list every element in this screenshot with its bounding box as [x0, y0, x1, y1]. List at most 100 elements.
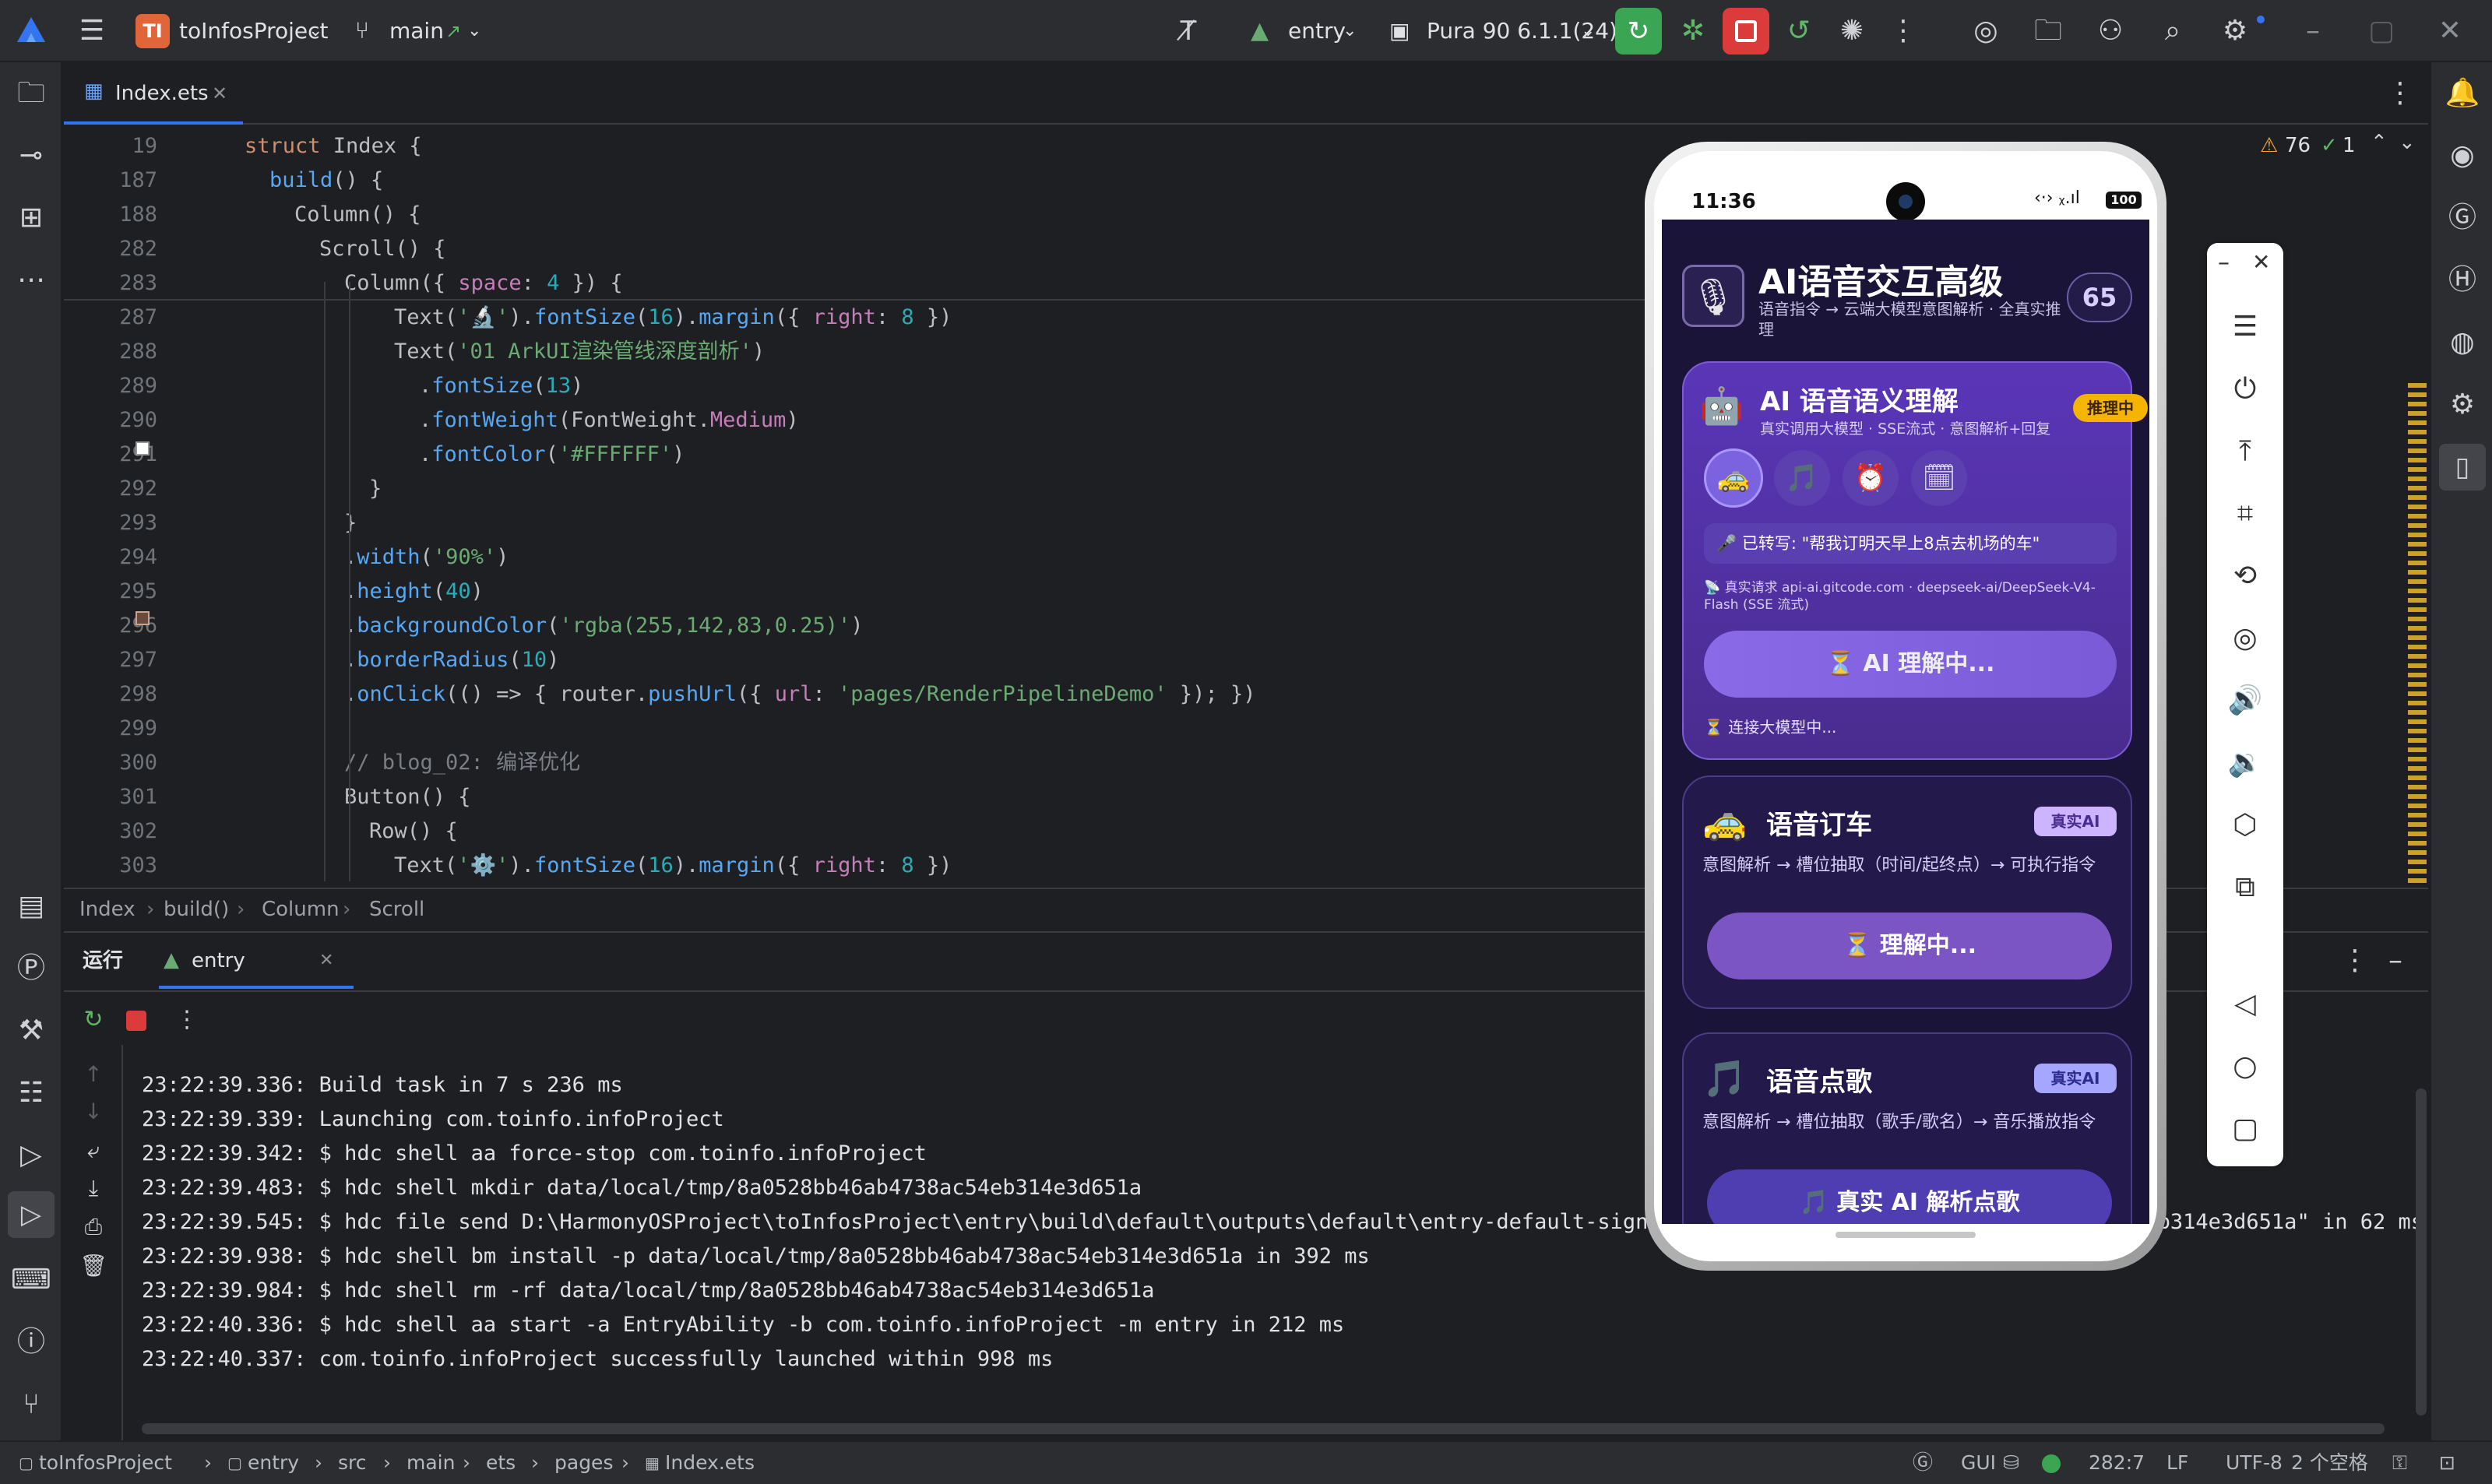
- lock-icon[interactable]: ⚿: [2392, 1442, 2407, 1484]
- device-manager-icon[interactable]: 🗀: [2025, 8, 2071, 55]
- code-line[interactable]: 287 Text('🔬').fontSize(16).margin({ right…: [64, 301, 1621, 335]
- breadcrumb-item[interactable]: build(): [164, 889, 229, 930]
- back-icon[interactable]: ◁: [2222, 981, 2268, 1028]
- color-swatch-white[interactable]: [136, 441, 150, 455]
- codegenie-icon[interactable]: Ⓖ: [2439, 195, 2486, 241]
- run-config[interactable]: entry: [1288, 0, 1346, 62]
- home-icon[interactable]: ○: [2222, 1043, 2268, 1090]
- more-icon[interactable]: ⋮: [164, 997, 210, 1043]
- device-monitor-icon[interactable]: ⚙: [2439, 382, 2486, 428]
- apply-changes-icon[interactable]: ↺: [1776, 8, 1822, 55]
- tab-close-icon[interactable]: ✕: [212, 62, 227, 125]
- status-path-item[interactable]: entry: [248, 1442, 299, 1484]
- main-menu-icon[interactable]: ☰: [69, 8, 115, 55]
- todo-icon[interactable]: ☷: [8, 1070, 55, 1117]
- app-screen[interactable]: 🎙 AI语音交互高级 语音指令 → 云端大模型意图解析 · 全真实推理 65 🤖…: [1662, 220, 2149, 1224]
- code-line[interactable]: 288 Text('01 ArkUI渲染管线深度剖析'): [64, 335, 1621, 369]
- emu-menu-icon[interactable]: ☰: [2222, 304, 2268, 350]
- emu-minimize-icon[interactable]: –: [2218, 249, 2230, 276]
- multi-device-icon[interactable]: ⧉: [2222, 864, 2268, 911]
- chevron-down-icon[interactable]: ⌄: [467, 0, 481, 62]
- ai-understanding-button[interactable]: ⏳ AI 理解中...: [1704, 631, 2117, 698]
- profiler-icon[interactable]: Ⓟ: [8, 945, 55, 992]
- recents-icon[interactable]: ▢: [2222, 1106, 2268, 1152]
- status-path-item[interactable]: src: [338, 1442, 367, 1484]
- check-count[interactable]: 1: [2342, 134, 2356, 157]
- code-line[interactable]: 293}: [64, 506, 1621, 540]
- power-icon[interactable]: ⏻: [2222, 366, 2268, 413]
- status-path-item[interactable]: main: [407, 1442, 455, 1484]
- crop-icon[interactable]: ⌗: [2222, 491, 2268, 537]
- commit-icon[interactable]: ⊸: [8, 132, 55, 179]
- code-line[interactable]: 283 Column({ space: 4 }) {: [64, 266, 1621, 301]
- phone-screen[interactable]: 11:36 ‹·› ᵪ.ıl 100 🎙 AI语音交互高级 语音指令 → 云端大…: [1654, 151, 2157, 1261]
- code-line[interactable]: 301 Button() {: [64, 780, 1621, 814]
- alarm-intent-button[interactable]: ⏰: [1843, 450, 1899, 506]
- fold-icon[interactable]: ⬡: [2222, 802, 2268, 849]
- status-path-item[interactable]: ets: [486, 1442, 516, 1484]
- project-folder-icon[interactable]: 🗀: [8, 70, 55, 117]
- minimize-icon[interactable]: –: [2290, 8, 2336, 55]
- panel-options-icon[interactable]: ⋮: [2332, 937, 2378, 984]
- prev-highlight-icon[interactable]: ⌃: [2371, 131, 2388, 154]
- account-icon[interactable]: ⚇: [2087, 8, 2134, 55]
- next-highlight-icon[interactable]: ⌄: [2399, 131, 2416, 154]
- git-icon[interactable]: ⑂: [8, 1381, 55, 1428]
- check-icon[interactable]: ✓: [2321, 134, 2338, 157]
- notifications-icon[interactable]: 🔔: [2439, 70, 2486, 117]
- search-icon[interactable]: ⌕: [2149, 8, 2196, 55]
- branch-name[interactable]: main: [389, 0, 444, 62]
- tab-options-icon[interactable]: ⋮: [2377, 70, 2423, 117]
- layout-icon[interactable]: ▤: [8, 883, 55, 930]
- code-line[interactable]: 292}: [64, 472, 1621, 506]
- maximize-icon[interactable]: ▢: [2358, 8, 2405, 55]
- volume-up-icon[interactable]: 🔊: [2222, 677, 2268, 724]
- settings-gear-icon[interactable]: ⚙: [2212, 8, 2258, 55]
- chevron-down-icon[interactable]: ⌄: [1343, 0, 1357, 62]
- project-badge[interactable]: TI: [136, 14, 170, 48]
- problems-icon[interactable]: ⓘ: [8, 1319, 55, 1366]
- music-intent-button[interactable]: 🎵: [1774, 450, 1830, 506]
- volume-down-icon[interactable]: 🔉: [2222, 740, 2268, 786]
- harmony-icon[interactable]: Ⓗ: [2439, 257, 2486, 304]
- code-line[interactable]: 289 .fontSize(13): [64, 369, 1621, 403]
- vertical-scrollbar[interactable]: [2416, 1088, 2427, 1415]
- code-line[interactable]: 294 .width('90%'): [64, 540, 1621, 575]
- emulator-icon[interactable]: ▯: [2439, 444, 2486, 491]
- rerun-button[interactable]: ↻: [1615, 8, 1662, 55]
- codegenie-status-icon[interactable]: Ⓖ: [1913, 1442, 1933, 1484]
- chevron-down-icon[interactable]: ⌄: [1581, 0, 1595, 62]
- preview-eye-icon[interactable]: ◉: [2439, 132, 2486, 179]
- attach-debugger-icon[interactable]: ✺: [1829, 8, 1875, 55]
- warning-icon[interactable]: ⚠: [2260, 134, 2278, 157]
- color-swatch-orange[interactable]: [136, 611, 150, 625]
- status-path-item[interactable]: Index.ets: [665, 1442, 755, 1484]
- code-line[interactable]: 297 .borderRadius(10): [64, 643, 1621, 677]
- file-encoding[interactable]: UTF-8: [2226, 1442, 2283, 1484]
- tab-index-ets[interactable]: ▦ Index.ets ✕: [64, 62, 243, 125]
- more-tools-icon[interactable]: ⋯: [8, 257, 55, 304]
- code-line[interactable]: 296 .backgroundColor('rgba(255,142,83,0.2…: [64, 609, 1621, 643]
- tab-entry[interactable]: ▲ entry ✕: [159, 933, 354, 989]
- top-icon[interactable]: ⤒: [2222, 428, 2268, 475]
- sdk-icon[interactable]: ◍: [2439, 319, 2486, 366]
- gui-status[interactable]: GUI: [1961, 1442, 1996, 1484]
- code-line[interactable]: 290 .fontWeight(FontWeight.Medium): [64, 403, 1621, 438]
- code-line[interactable]: 295 .height(40): [64, 575, 1621, 609]
- more-actions-icon[interactable]: ⋮: [1880, 8, 1927, 55]
- rotate-icon[interactable]: ⟲: [2222, 553, 2268, 600]
- code-line[interactable]: 302 Row() {: [64, 814, 1621, 849]
- code-line[interactable]: 291.fontColor('#FFFFFF'): [64, 438, 1621, 472]
- run-panel-icon[interactable]: ▷: [8, 1191, 55, 1238]
- code-line[interactable]: 300 // blog_02: 编译优化: [64, 746, 1621, 780]
- code-line[interactable]: 299: [64, 712, 1621, 746]
- run-tab-label[interactable]: 运行: [83, 933, 123, 989]
- code-lines[interactable]: 19 struct Index {187 build() {188 Column() …: [64, 126, 1621, 884]
- debug-icon[interactable]: ✲: [1670, 8, 1716, 55]
- code-line[interactable]: 298 .onClick(() => { router.pushUrl({ url…: [64, 677, 1621, 712]
- panel-hide-icon[interactable]: –: [2372, 937, 2419, 984]
- build-hammer-icon[interactable]: ⚒: [8, 1008, 55, 1054]
- ai-parse-song-button[interactable]: 🎵 真实 AI 解析点歌: [1707, 1169, 2112, 1224]
- line-separator[interactable]: LF: [2166, 1442, 2188, 1484]
- memory-indicator-icon[interactable]: ⊡: [2439, 1442, 2455, 1484]
